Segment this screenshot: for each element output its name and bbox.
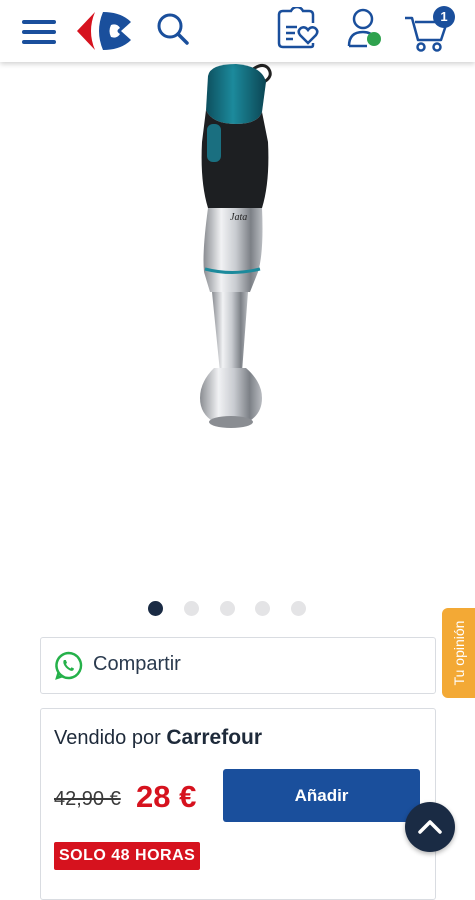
seller-name[interactable]: Carrefour xyxy=(166,726,262,749)
menu-icon[interactable] xyxy=(22,19,58,45)
image-carousel-dots xyxy=(0,601,475,617)
hand-blender-image: Jata xyxy=(200,63,272,428)
carousel-dot-2[interactable] xyxy=(184,601,199,616)
current-price: 28 € xyxy=(136,779,197,814)
cart-count-badge: 1 xyxy=(433,6,455,28)
feedback-tab-label: Tu opinión xyxy=(450,620,467,686)
share-label: Compartir xyxy=(93,653,181,675)
add-to-cart-button[interactable]: Añadir xyxy=(223,769,420,822)
seller-card: Vendido por Carrefour 42,90 € 28 € Añadi… xyxy=(40,708,436,900)
shopping-list-heart-icon[interactable] xyxy=(275,7,319,49)
share-button[interactable]: Compartir xyxy=(40,637,436,694)
account-icon[interactable] xyxy=(345,8,385,50)
sold-by-prefix: Vendido por xyxy=(54,727,161,749)
app-header: 1 xyxy=(0,0,475,62)
search-icon[interactable] xyxy=(156,12,190,46)
feedback-tab[interactable]: Tu opinión xyxy=(442,608,475,698)
back-to-top-button[interactable] xyxy=(405,802,455,852)
sold-by: Vendido por Carrefour xyxy=(54,726,262,750)
carousel-dot-1[interactable] xyxy=(148,601,163,616)
carousel-dot-4[interactable] xyxy=(255,601,270,616)
carousel-dot-5[interactable] xyxy=(291,601,306,616)
carousel-dot-3[interactable] xyxy=(220,601,235,616)
whatsapp-icon xyxy=(55,651,83,680)
old-price: 42,90 € xyxy=(54,788,121,810)
carrefour-logo[interactable] xyxy=(75,10,137,52)
product-image[interactable]: Jata xyxy=(0,62,475,592)
svg-text:Jata: Jata xyxy=(230,212,247,223)
chevron-up-icon xyxy=(418,820,442,834)
promo-badge: SOLO 48 HORAS xyxy=(54,842,201,870)
